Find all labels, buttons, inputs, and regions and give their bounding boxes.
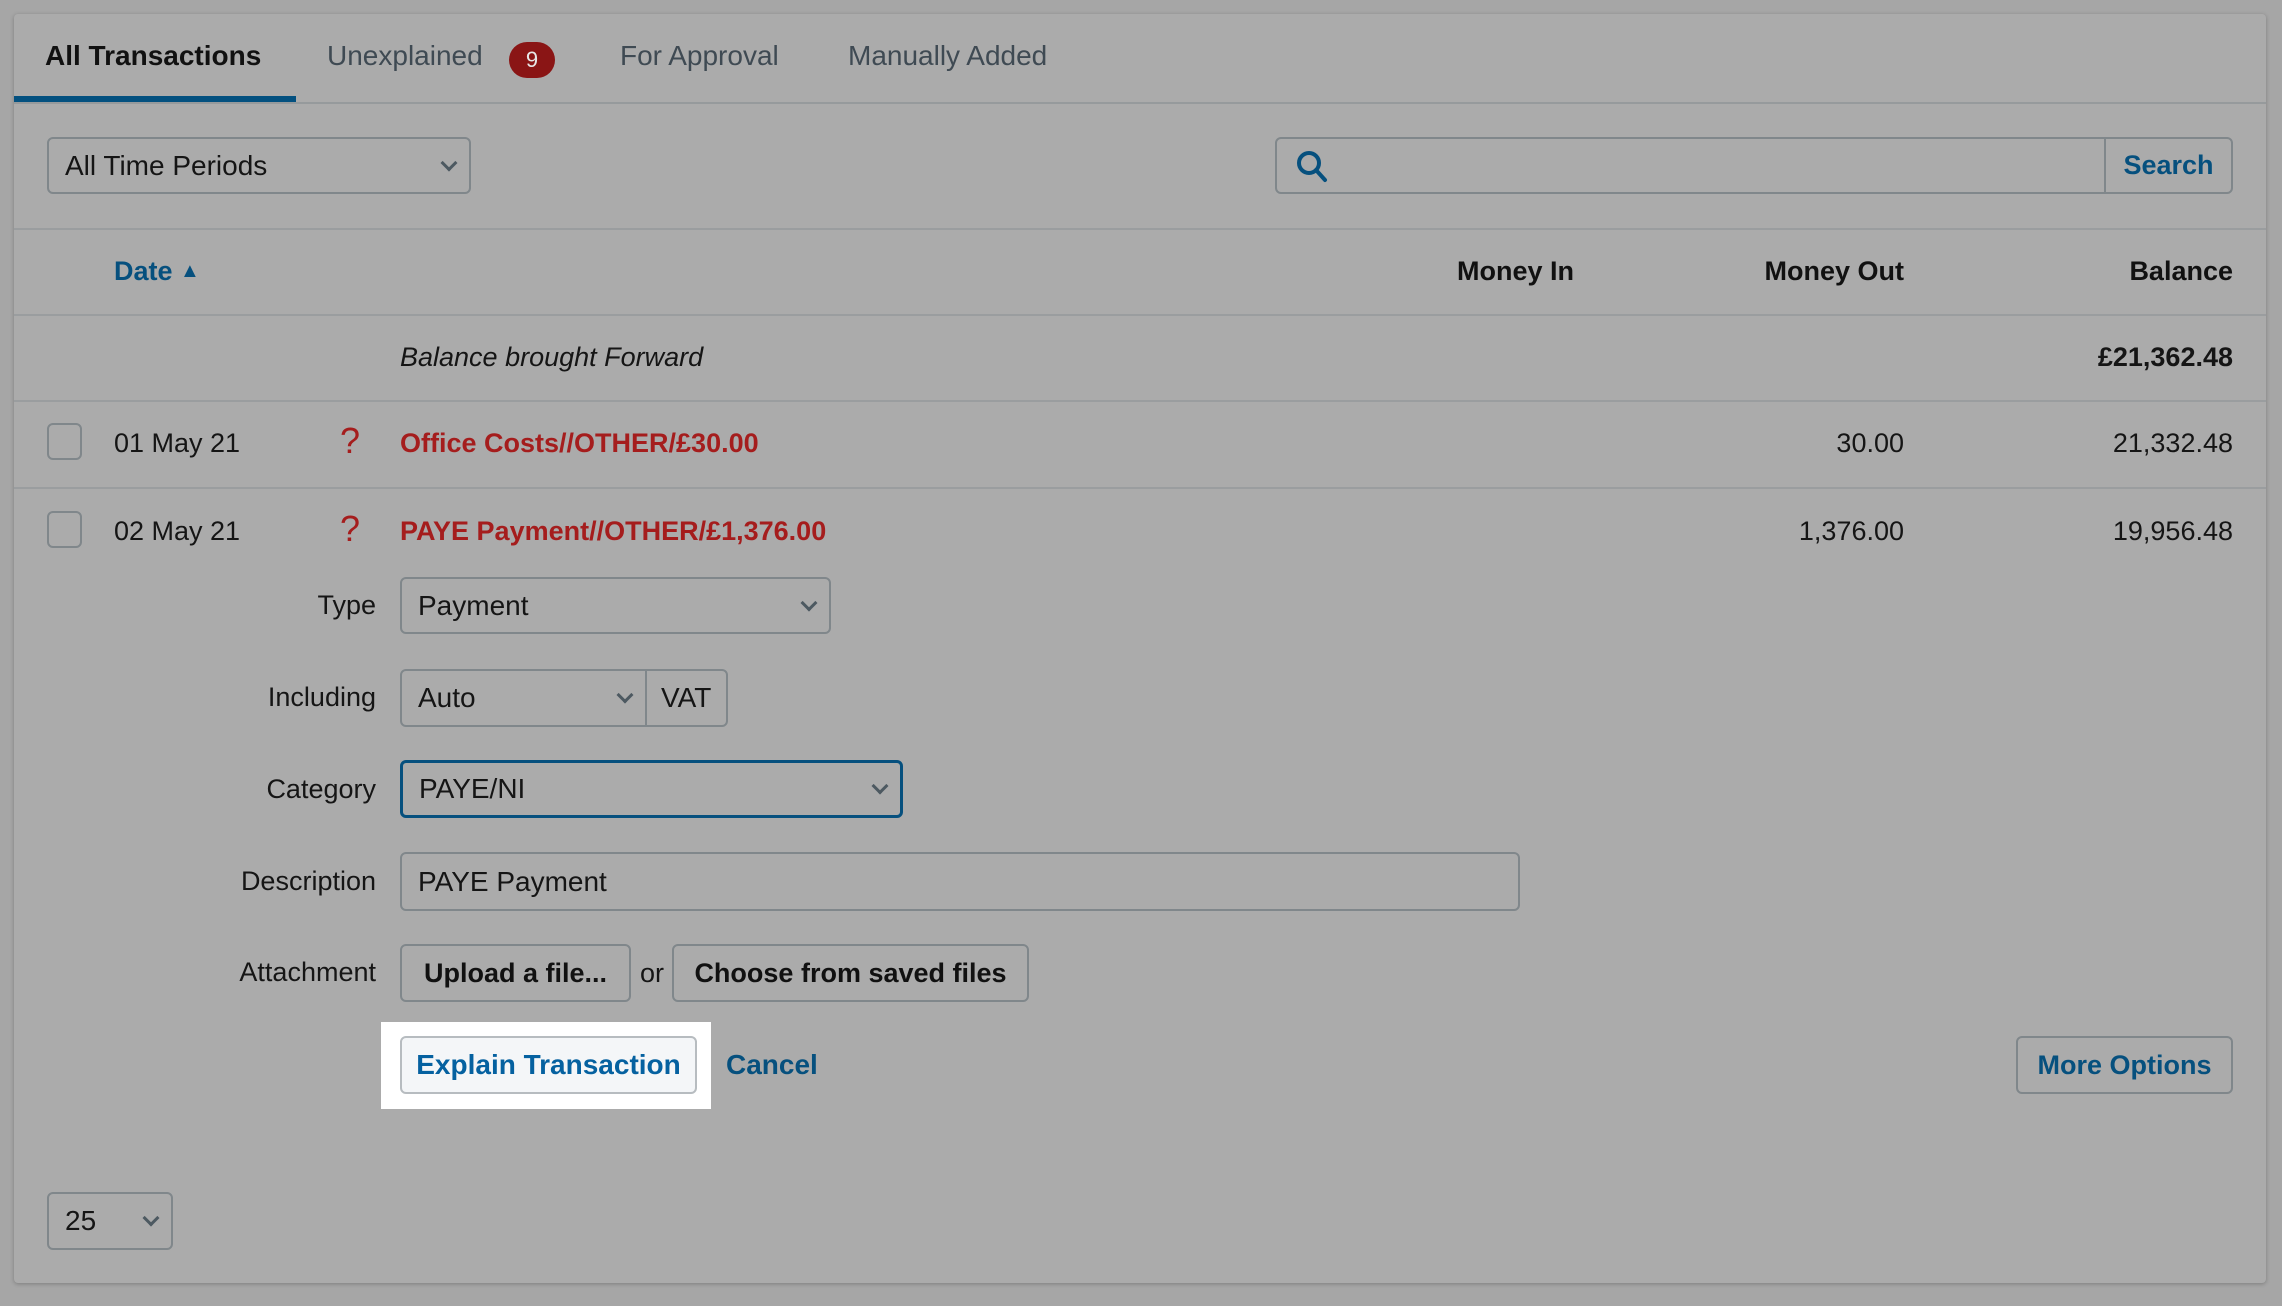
date-sort-label[interactable]: Date (114, 256, 173, 286)
divider (14, 487, 2266, 489)
tab-for-approval[interactable]: For Approval (620, 40, 779, 72)
vat-label: VAT (661, 682, 712, 713)
cancel-link[interactable]: Cancel (726, 1049, 818, 1081)
balance-forward-label: Balance brought Forward (400, 342, 704, 372)
row-checkbox[interactable] (47, 423, 82, 460)
or-text: or (640, 958, 665, 988)
chevron-down-icon (616, 686, 634, 704)
explain-transaction-button[interactable]: Explain Transaction (400, 1036, 697, 1094)
tabs-divider (14, 102, 2266, 104)
upload-file-button[interactable]: Upload a file... (400, 944, 631, 1002)
row-description-link[interactable]: PAYE Payment//OTHER/£1,376.00 (400, 516, 826, 547)
question-mark-icon: ? (340, 420, 361, 461)
per-page-value: 25 (65, 1205, 97, 1236)
column-header-balance: Balance (2129, 256, 2233, 286)
chevron-down-icon (142, 1209, 160, 1227)
including-vat-select[interactable]: Auto (400, 669, 647, 727)
type-select[interactable]: Payment (400, 577, 831, 634)
row-date: 01 May 21 (114, 428, 241, 458)
divider (14, 400, 2266, 402)
divider (14, 228, 2266, 230)
attachment-label: Attachment (239, 957, 376, 987)
category-select[interactable]: PAYE/NI (400, 760, 903, 818)
type-value: Payment (418, 589, 529, 621)
divider (14, 314, 2266, 316)
time-period-select[interactable]: All Time Periods (47, 137, 471, 194)
search-group: Search (1275, 137, 2233, 194)
balance-forward-amount: £21,362.48 (2097, 342, 2233, 372)
row-balance: 21,332.48 (2112, 428, 2233, 458)
row-description-link[interactable]: Office Costs//OTHER/£30.00 (400, 428, 759, 459)
category-label: Category (266, 774, 376, 804)
tab-all-transactions[interactable]: All Transactions (45, 40, 261, 72)
sort-ascending-icon: ▲ (180, 260, 200, 282)
chevron-down-icon (800, 594, 818, 611)
time-period-value: All Time Periods (65, 149, 268, 181)
search-icon (1297, 151, 1327, 182)
transactions-panel: All Transactions Unexplained 9 For Appro… (14, 14, 2266, 1283)
column-header-date[interactable]: Date ▲ (114, 256, 200, 287)
column-header-money-in: Money In (1456, 256, 1574, 286)
description-label: Description (240, 866, 376, 896)
row-date: 02 May 21 (114, 516, 241, 546)
per-page-select[interactable]: 25 (47, 1192, 173, 1250)
chevron-down-icon (871, 777, 889, 795)
more-options-button[interactable]: More Options (2016, 1036, 2233, 1094)
row-checkbox[interactable] (47, 511, 82, 548)
description-value: PAYE Payment (418, 865, 607, 897)
description-input[interactable]: PAYE Payment (400, 852, 1520, 911)
type-label: Type (317, 590, 376, 620)
choose-saved-files-button[interactable]: Choose from saved files (672, 944, 1029, 1002)
category-value: PAYE/NI (419, 773, 526, 804)
tab-manually-added[interactable]: Manually Added (848, 40, 1047, 72)
search-button[interactable]: Search (2104, 139, 2231, 192)
row-balance: 19,956.48 (2112, 516, 2233, 546)
chevron-down-icon (440, 154, 458, 171)
including-value: Auto (418, 682, 476, 713)
row-money-out: 1,376.00 (1798, 516, 1904, 546)
column-header-money-out: Money Out (1764, 256, 1905, 286)
tab-unexplained[interactable]: Unexplained (327, 40, 483, 72)
vat-addon: VAT (645, 669, 728, 727)
question-mark-icon: ? (340, 508, 361, 549)
unexplained-count-badge: 9 (509, 42, 555, 78)
search-input[interactable] (1337, 139, 2097, 192)
row-money-out: 30.00 (1836, 428, 1904, 458)
including-label: Including (267, 682, 376, 712)
